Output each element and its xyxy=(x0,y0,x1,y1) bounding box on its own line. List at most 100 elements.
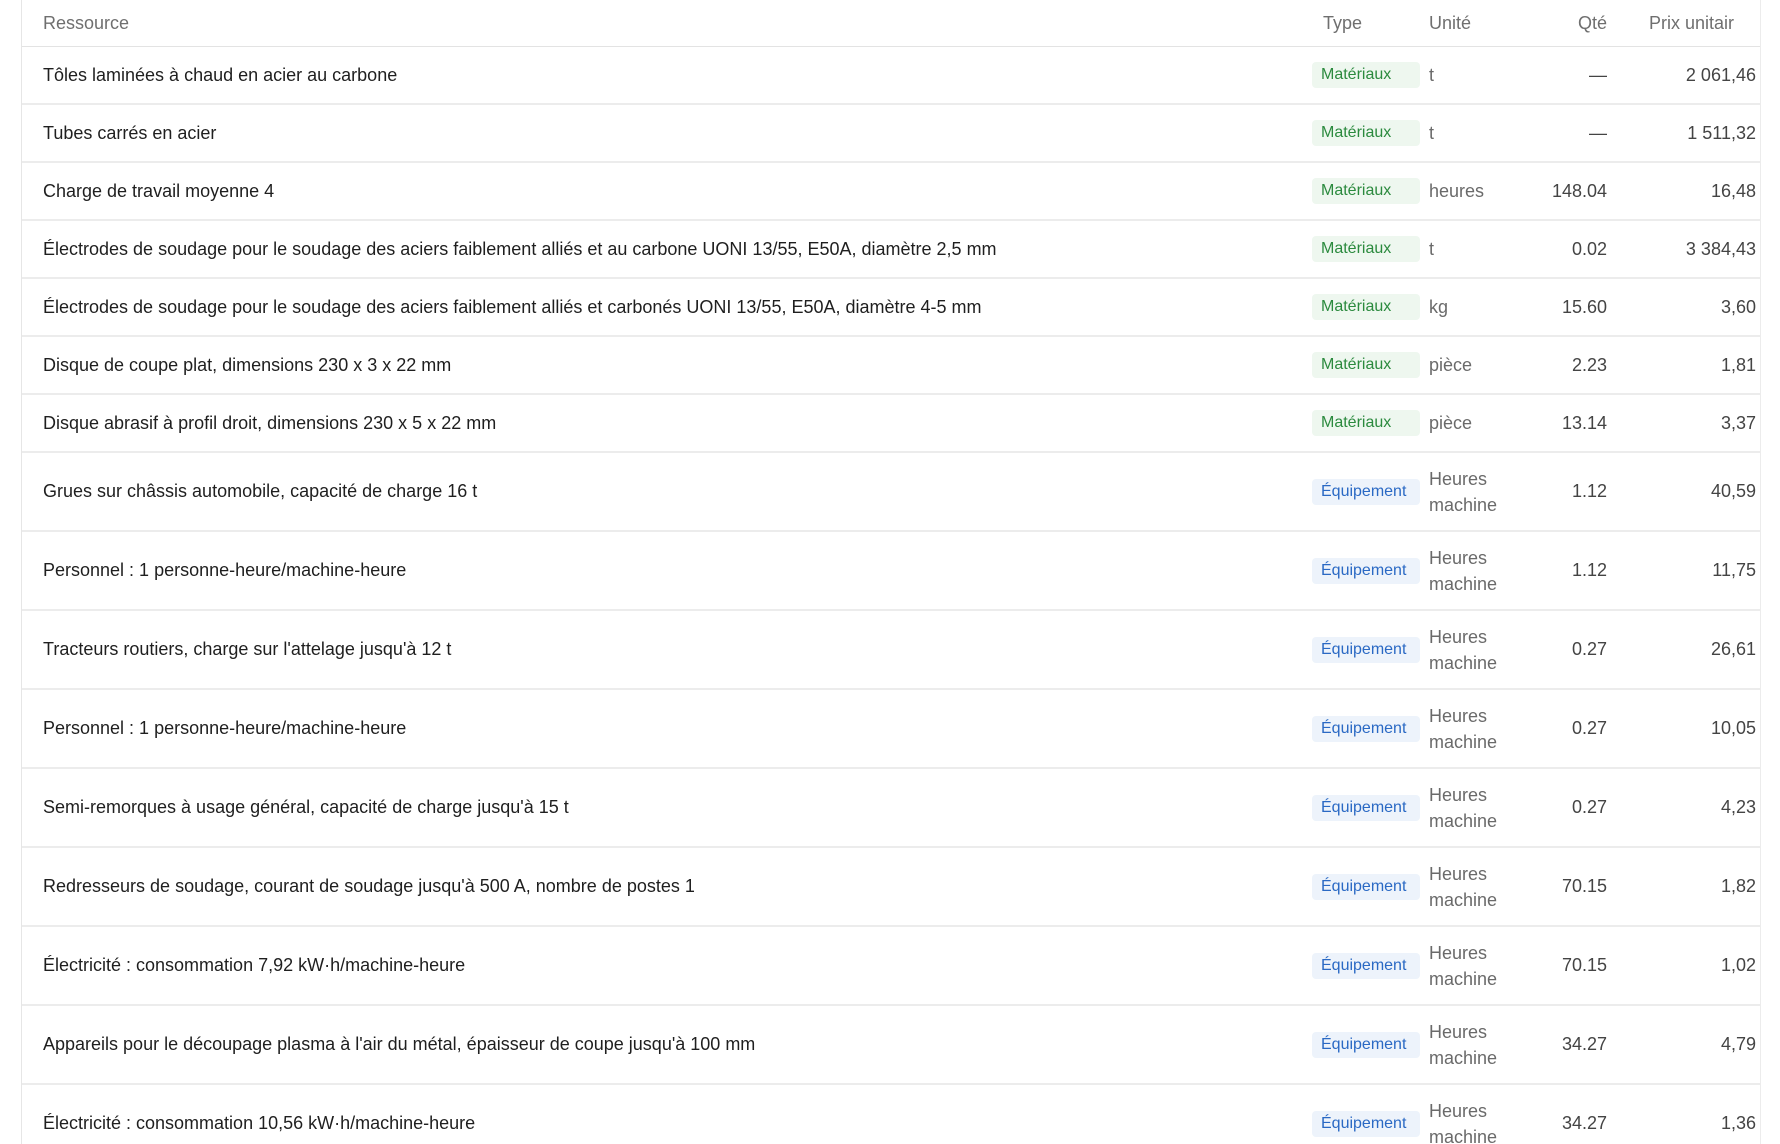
type-badge: Équipement xyxy=(1312,873,1420,900)
table-body: Tôles laminées à chaud en acier au carbo… xyxy=(22,46,1762,1144)
unit-price-cell: 1,81 xyxy=(1622,336,1762,395)
unit-cell: heures xyxy=(1420,162,1530,221)
type-cell: Matériaux xyxy=(1312,162,1420,221)
type-badge: Équipement xyxy=(1312,636,1420,663)
resource-name-cell: Appareils pour le découpage plasma à l'a… xyxy=(22,1005,1312,1085)
table-row[interactable]: Redresseurs de soudage, courant de souda… xyxy=(22,847,1762,927)
table-row[interactable]: Tubes carrés en acier Matériaux t —1 511,32 xyxy=(22,104,1762,163)
table-row[interactable]: Grues sur châssis automobile, capacité d… xyxy=(22,452,1762,532)
unit-cell: Heures machine xyxy=(1420,768,1530,848)
unit-price-cell: 11,75 xyxy=(1622,531,1762,611)
table-row[interactable]: Charge de travail moyenne 4 Matériaux heur… xyxy=(22,162,1762,221)
unit-cell: t xyxy=(1420,46,1530,105)
type-badge: Équipement xyxy=(1312,557,1420,584)
type-cell: Matériaux xyxy=(1312,220,1420,279)
quantity-cell: 0.27 xyxy=(1530,610,1622,690)
type-cell: Équipement xyxy=(1312,768,1420,848)
type-badge: Équipement xyxy=(1312,1110,1420,1137)
quantity-cell: 70.15 xyxy=(1530,847,1622,927)
resource-name-cell: Électrodes de soudage pour le soudage de… xyxy=(22,220,1312,279)
type-badge: Matériaux xyxy=(1312,410,1420,436)
unit-price-cell: 4,79 xyxy=(1622,1005,1762,1085)
quantity-cell: 1.12 xyxy=(1530,452,1622,532)
resource-name-cell: Électricité : consommation 10,56 kW·h/ma… xyxy=(22,1084,1312,1144)
quantity-cell: 0.27 xyxy=(1530,689,1622,769)
type-cell: Équipement xyxy=(1312,610,1420,690)
resource-name-cell: Tracteurs routiers, charge sur l'attelag… xyxy=(22,610,1312,690)
table-row[interactable]: Électrodes de soudage pour le soudage de… xyxy=(22,278,1762,337)
unit-cell: Heures machine xyxy=(1420,531,1530,611)
unit-cell: Heures machine xyxy=(1420,452,1530,532)
quantity-cell: 148.04 xyxy=(1530,162,1622,221)
type-badge: Matériaux xyxy=(1312,294,1420,320)
unit-price-cell: 1,82 xyxy=(1622,847,1762,927)
resources-table-panel: Ressource Type Unité Qté Prix unitair Tô… xyxy=(21,0,1762,1144)
table-row[interactable]: Tôles laminées à chaud en acier au carbo… xyxy=(22,46,1762,105)
table-row[interactable]: Électricité : consommation 10,56 kW·h/ma… xyxy=(22,1084,1762,1144)
column-header-quantity[interactable]: Qté xyxy=(1530,0,1622,47)
quantity-cell: 34.27 xyxy=(1530,1084,1622,1144)
unit-price-cell: 3,37 xyxy=(1622,394,1762,453)
table-row[interactable]: Appareils pour le découpage plasma à l'a… xyxy=(22,1005,1762,1085)
unit-price-cell: 1 511,32 xyxy=(1622,104,1762,163)
table-row[interactable]: Électrodes de soudage pour le soudage de… xyxy=(22,220,1762,279)
quantity-cell: 70.15 xyxy=(1530,926,1622,1006)
type-cell: Équipement xyxy=(1312,1084,1420,1144)
type-cell: Matériaux xyxy=(1312,46,1420,105)
table-header-row: Ressource Type Unité Qté Prix unitair xyxy=(22,0,1762,47)
type-badge: Matériaux xyxy=(1312,352,1420,378)
resource-name-cell: Tôles laminées à chaud en acier au carbo… xyxy=(22,46,1312,105)
type-cell: Équipement xyxy=(1312,452,1420,532)
type-cell: Matériaux xyxy=(1312,104,1420,163)
table-row[interactable]: Électricité : consommation 7,92 kW·h/mac… xyxy=(22,926,1762,1006)
vertical-scrollbar[interactable] xyxy=(1760,0,1780,1144)
quantity-cell: 15.60 xyxy=(1530,278,1622,337)
resource-name-cell: Électricité : consommation 7,92 kW·h/mac… xyxy=(22,926,1312,1006)
table-row[interactable]: Personnel : 1 personne-heure/machine-heu… xyxy=(22,531,1762,611)
resource-name-cell: Tubes carrés en acier xyxy=(22,104,1312,163)
type-cell: Équipement xyxy=(1312,531,1420,611)
unit-price-cell: 3 384,43 xyxy=(1622,220,1762,279)
unit-cell: pièce xyxy=(1420,394,1530,453)
type-badge: Équipement xyxy=(1312,715,1420,742)
type-badge: Équipement xyxy=(1312,478,1420,505)
unit-cell: Heures machine xyxy=(1420,847,1530,927)
type-cell: Équipement xyxy=(1312,1005,1420,1085)
column-header-resource[interactable]: Ressource xyxy=(22,0,1312,47)
table-row[interactable]: Personnel : 1 personne-heure/machine-heu… xyxy=(22,689,1762,769)
unit-cell: Heures machine xyxy=(1420,610,1530,690)
unit-price-cell: 3,60 xyxy=(1622,278,1762,337)
quantity-cell: 0.27 xyxy=(1530,768,1622,848)
column-header-type[interactable]: Type xyxy=(1312,0,1420,47)
resource-name-cell: Disque de coupe plat, dimensions 230 x 3… xyxy=(22,336,1312,395)
quantity-cell: 34.27 xyxy=(1530,1005,1622,1085)
quantity-cell: 1.12 xyxy=(1530,531,1622,611)
type-badge: Matériaux xyxy=(1312,236,1420,262)
table-row[interactable]: Disque abrasif à profil droit, dimension… xyxy=(22,394,1762,453)
quantity-cell: 0.02 xyxy=(1530,220,1622,279)
type-cell: Équipement xyxy=(1312,689,1420,769)
unit-cell: Heures machine xyxy=(1420,1084,1530,1144)
unit-price-cell: 4,23 xyxy=(1622,768,1762,848)
unit-cell: t xyxy=(1420,104,1530,163)
type-badge: Équipement xyxy=(1312,952,1420,979)
unit-cell: t xyxy=(1420,220,1530,279)
quantity-cell: 13.14 xyxy=(1530,394,1622,453)
table-row[interactable]: Disque de coupe plat, dimensions 230 x 3… xyxy=(22,336,1762,395)
column-header-unit-price[interactable]: Prix unitair xyxy=(1622,0,1762,47)
column-header-unit[interactable]: Unité xyxy=(1420,0,1530,47)
resources-table: Ressource Type Unité Qté Prix unitair Tô… xyxy=(22,0,1762,1144)
unit-price-cell: 2 061,46 xyxy=(1622,46,1762,105)
resource-name-cell: Électrodes de soudage pour le soudage de… xyxy=(22,278,1312,337)
unit-price-cell: 40,59 xyxy=(1622,452,1762,532)
unit-cell: Heures machine xyxy=(1420,1005,1530,1085)
quantity-cell: 2.23 xyxy=(1530,336,1622,395)
unit-cell: pièce xyxy=(1420,336,1530,395)
quantity-cell: — xyxy=(1530,104,1622,163)
unit-cell: kg xyxy=(1420,278,1530,337)
type-badge: Équipement xyxy=(1312,794,1420,821)
type-cell: Équipement xyxy=(1312,926,1420,1006)
table-row[interactable]: Semi-remorques à usage général, capacité… xyxy=(22,768,1762,848)
table-row[interactable]: Tracteurs routiers, charge sur l'attelag… xyxy=(22,610,1762,690)
resource-name-cell: Personnel : 1 personne-heure/machine-heu… xyxy=(22,689,1312,769)
